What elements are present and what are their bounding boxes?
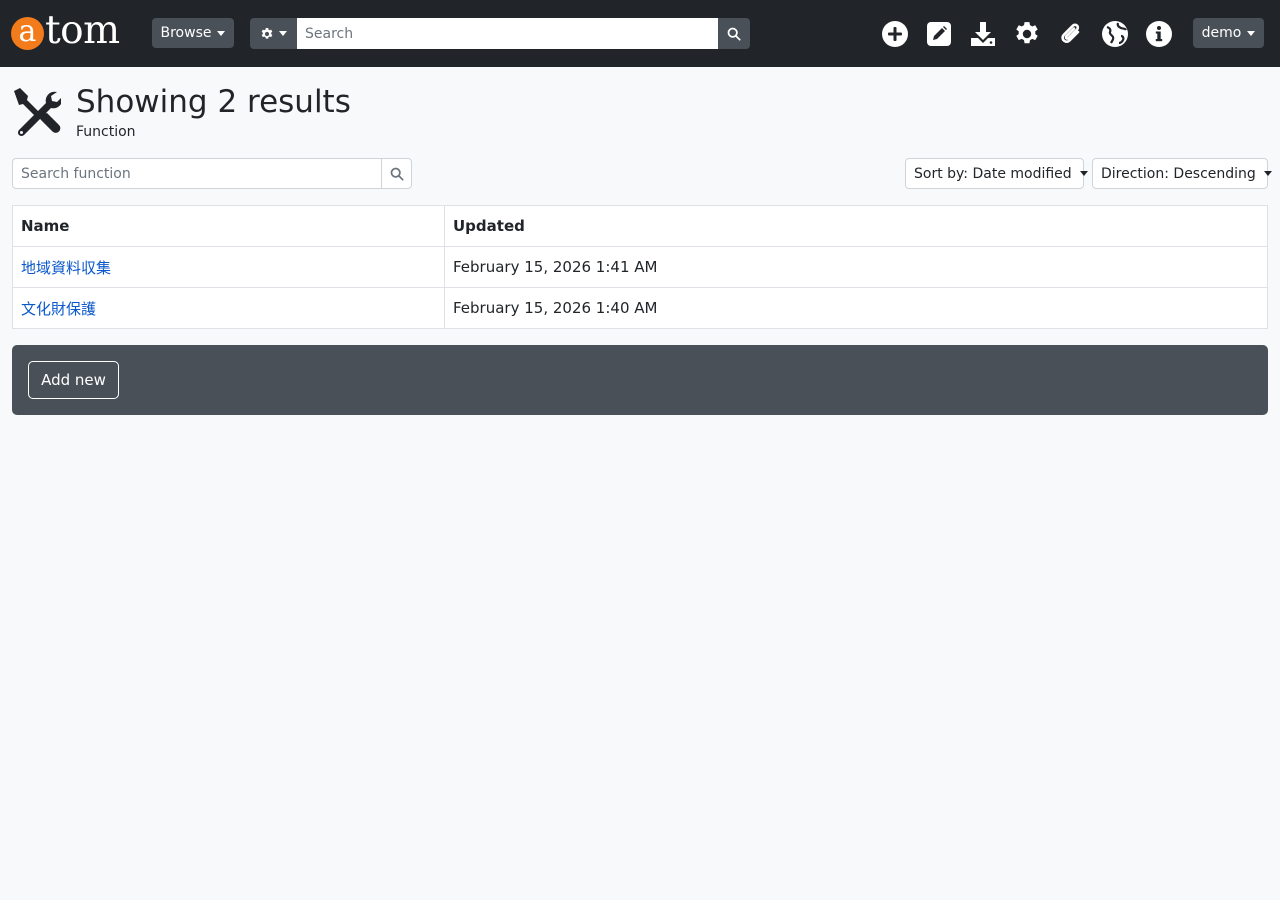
function-search-input[interactable] [12,158,381,189]
global-search-submit[interactable] [718,18,750,49]
gear-icon [261,27,273,39]
page-subtitle: Function [76,124,136,140]
clipboard-icon[interactable] [1056,17,1086,51]
chevron-down-icon [279,31,287,36]
edit-icon[interactable] [924,17,954,51]
table-row: 文化財保護 February 15, 2026 1:40 AM [12,287,1268,329]
column-header-name[interactable]: Name [12,205,445,247]
table-cell-name: 地域資料収集 [12,246,445,288]
browse-label: Browse [160,25,212,41]
function-link[interactable]: 文化財保護 [21,300,96,318]
sort-label: Sort by: Date modified [914,165,1072,182]
table-header-row: Name Updated [12,205,1268,247]
search-icon [390,167,404,181]
column-header-updated[interactable]: Updated [444,205,1268,247]
table-row: 地域資料収集 February 15, 2026 1:41 AM [12,246,1268,288]
logo-text: tom [45,8,120,53]
chevron-down-icon [1079,171,1088,176]
tools-icon [14,88,61,137]
browse-menu-button[interactable]: Browse [152,18,234,48]
chevron-down-icon [1263,171,1272,176]
search-options-button[interactable] [250,18,297,49]
user-label: demo [1201,25,1242,41]
atom-logo[interactable]: a tom [11,11,120,51]
nav-icon-menu [880,17,1174,51]
chevron-down-icon [217,30,226,36]
info-icon[interactable] [1144,17,1174,51]
language-icon[interactable] [1100,17,1130,51]
logo-letter: a [11,17,44,50]
sort-dropdown-button[interactable]: Sort by: Date modified [905,158,1088,189]
top-navbar: a tom Browse Search demo [0,0,1280,67]
search-icon [727,27,741,41]
results-table: Name Updated 地域資料収集 February 15, 2026 1:… [12,205,1268,329]
table-cell-updated: February 15, 2026 1:41 AM [444,246,1268,288]
table-cell-updated: February 15, 2026 1:40 AM [444,287,1268,329]
table-cell-name: 文化財保護 [12,287,445,329]
global-search-input[interactable] [297,18,718,49]
chevron-down-icon [1247,30,1256,36]
add-icon[interactable] [880,17,910,51]
add-new-button[interactable]: Add new [28,361,119,399]
direction-label: Direction: Descending [1101,165,1256,182]
settings-icon[interactable] [1012,17,1042,51]
function-link[interactable]: 地域資料収集 [21,259,111,277]
global-search [250,18,750,49]
page-title: Showing 2 results [76,84,351,120]
actions-bar: Add new [12,345,1268,415]
import-icon[interactable] [968,17,998,51]
user-menu-button[interactable]: demo [1193,18,1264,48]
function-search-button[interactable] [381,158,412,189]
direction-dropdown-button[interactable]: Direction: Descending [1092,158,1272,189]
function-search [12,158,412,189]
